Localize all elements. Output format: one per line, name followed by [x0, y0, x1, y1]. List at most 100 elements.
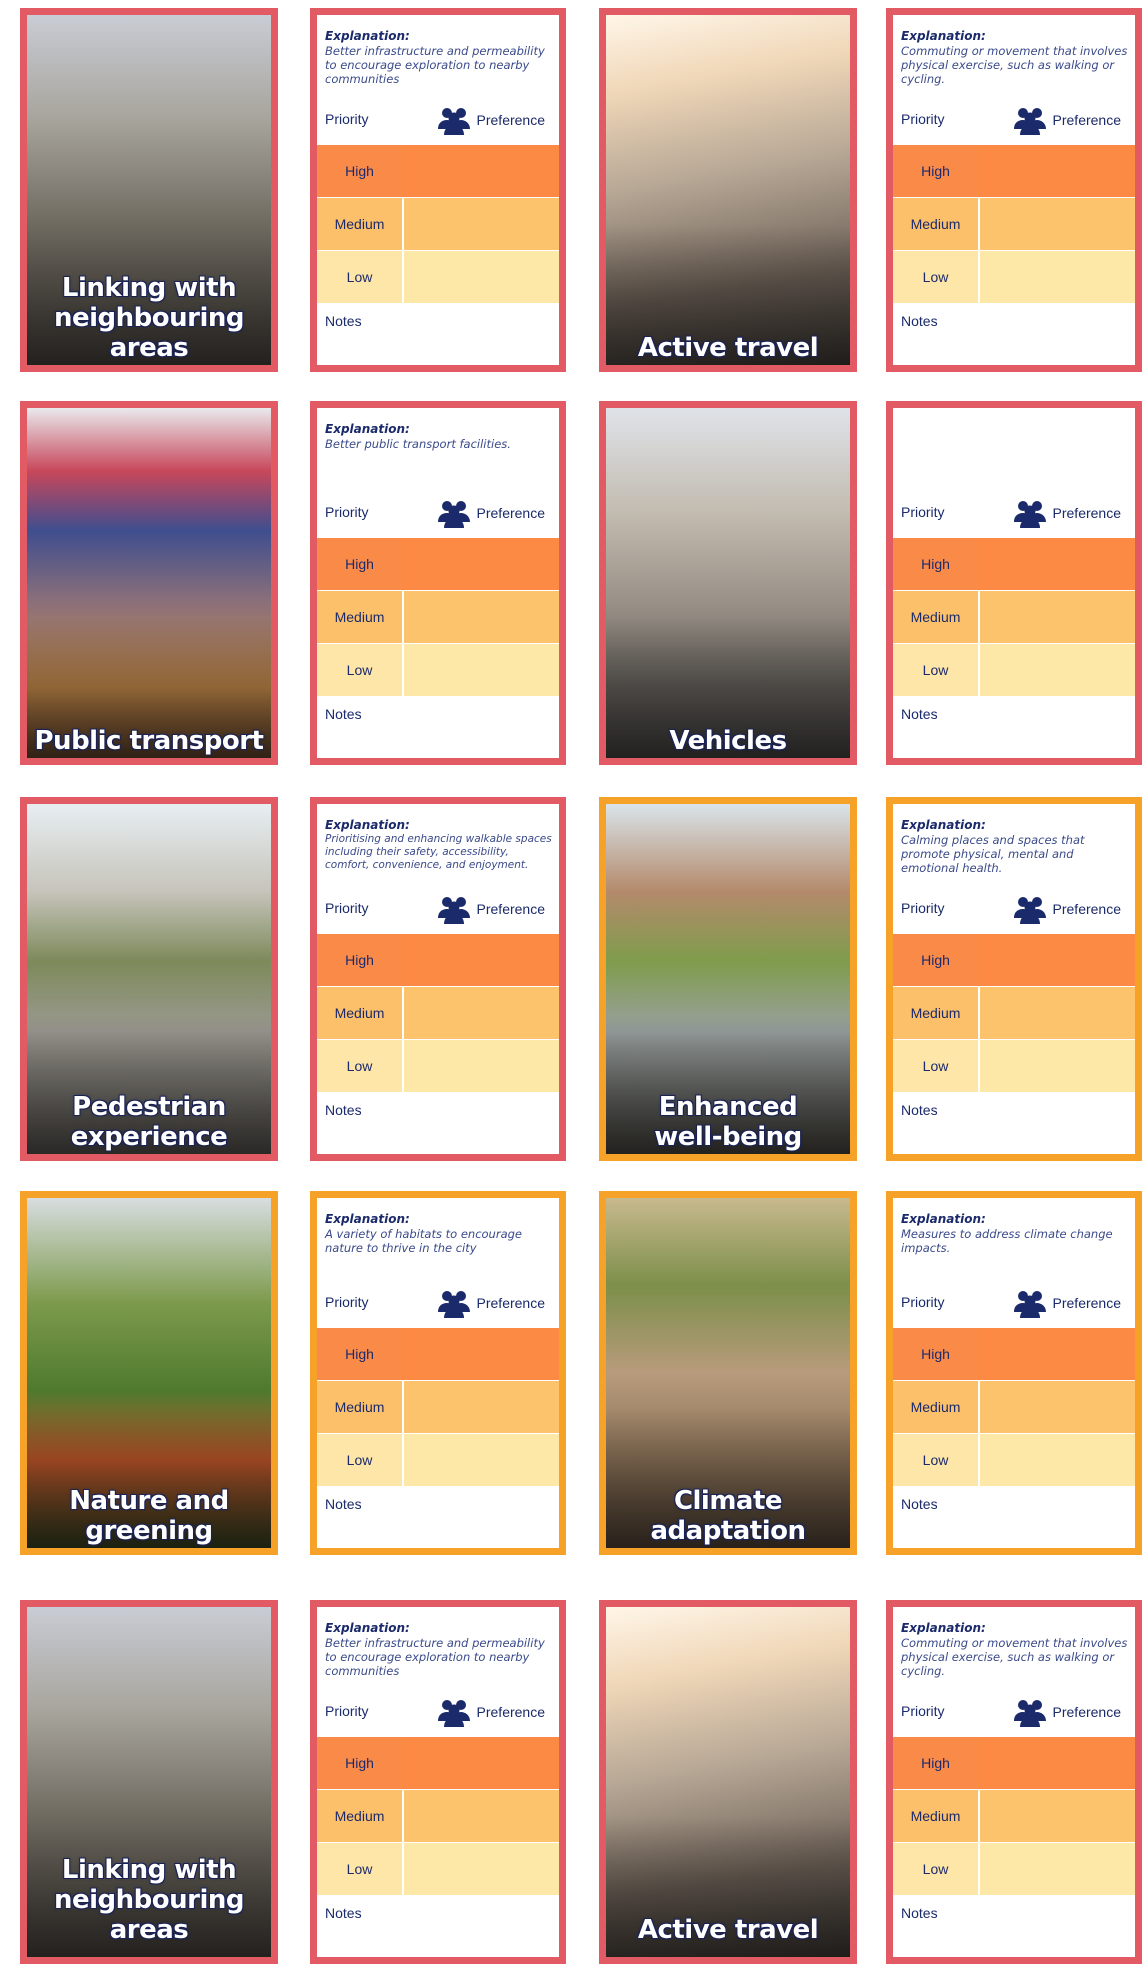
priority-label: Priority — [901, 504, 945, 520]
priority-row-low[interactable]: Low — [317, 1434, 559, 1486]
preference-label: Preference — [1052, 901, 1121, 917]
priority-row-medium[interactable]: Medium — [317, 1381, 559, 1433]
priority-row-medium[interactable]: Medium — [893, 591, 1135, 643]
priority-label: Priority — [325, 504, 369, 520]
photo-card-linking: Linking with neighbouring areas — [20, 8, 278, 372]
explanation-card-nature: Explanation: A variety of habitats to en… — [310, 1191, 566, 1555]
priority-row-low[interactable]: Low — [317, 1040, 559, 1092]
priority-row-low[interactable]: Low — [893, 1434, 1135, 1486]
explanation-card-active-travel-2: Explanation: Commuting or movement that … — [886, 1600, 1142, 1964]
explanation-text: Better public transport facilities. — [325, 437, 511, 451]
priority-high-label: High — [317, 1328, 402, 1380]
priority-row-low[interactable]: Low — [317, 644, 559, 696]
priority-row-high[interactable]: High — [317, 934, 559, 986]
priority-low-label: Low — [317, 251, 402, 303]
priority-medium-label: Medium — [317, 591, 402, 643]
people-icon — [1013, 1700, 1046, 1727]
preference-label: Preference — [1052, 1295, 1121, 1311]
priority-high-label: High — [317, 1737, 402, 1789]
notes-label: Notes — [325, 1496, 362, 1512]
explanation-card-well-being: Explanation: Calming places and spaces t… — [886, 797, 1142, 1161]
priority-row-high[interactable]: High — [893, 1328, 1135, 1380]
explanation-label: Explanation: — [901, 29, 986, 43]
priority-row-medium[interactable]: Medium — [317, 591, 559, 643]
priority-row-medium[interactable]: Medium — [317, 987, 559, 1039]
priority-low-label: Low — [893, 251, 978, 303]
priority-row-medium[interactable]: Medium — [893, 1381, 1135, 1433]
photo-card-well-being: Enhanced well-being — [599, 797, 857, 1161]
photo-card-climate: Climate adaptation — [599, 1191, 857, 1555]
notes-label: Notes — [325, 706, 362, 722]
explanation-label: Explanation: — [901, 1212, 986, 1226]
priority-high-label: High — [317, 934, 402, 986]
priority-high-label: High — [317, 145, 402, 197]
people-icon — [1013, 501, 1046, 528]
priority-row-low[interactable]: Low — [317, 1843, 559, 1895]
priority-high-label: High — [317, 538, 402, 590]
priority-row-medium[interactable]: Medium — [893, 198, 1135, 250]
priority-row-high[interactable]: High — [317, 1737, 559, 1789]
priority-row-high[interactable]: High — [893, 934, 1135, 986]
priority-row-high[interactable]: High — [893, 145, 1135, 197]
explanation-label: Explanation: — [325, 422, 410, 436]
preference-label: Preference — [476, 901, 545, 917]
priority-row-high[interactable]: High — [893, 1737, 1135, 1789]
priority-medium-label: Medium — [893, 987, 978, 1039]
priority-row-medium[interactable]: Medium — [893, 987, 1135, 1039]
priority-low-label: Low — [317, 1434, 402, 1486]
notes-label: Notes — [325, 1102, 362, 1118]
priority-low-label: Low — [893, 644, 978, 696]
priority-row-high[interactable]: High — [317, 538, 559, 590]
priority-medium-label: Medium — [317, 987, 402, 1039]
preference-header: Preference — [1013, 1288, 1121, 1318]
priority-medium-label: Medium — [893, 591, 978, 643]
preference-label: Preference — [1052, 505, 1121, 521]
priority-row-medium[interactable]: Medium — [893, 1790, 1135, 1842]
preference-label: Preference — [476, 1295, 545, 1311]
preference-header: Preference — [437, 105, 545, 135]
notes-label: Notes — [901, 1496, 938, 1512]
people-icon — [1013, 897, 1046, 924]
preference-label: Preference — [476, 112, 545, 128]
explanation-text: Better infrastructure and permeability t… — [325, 1636, 545, 1678]
photo-card-vehicles: Vehicles — [599, 401, 857, 765]
priority-row-medium[interactable]: Medium — [317, 198, 559, 250]
preference-header: Preference — [1013, 105, 1121, 135]
priority-row-high[interactable]: High — [317, 145, 559, 197]
preference-header: Preference — [437, 894, 545, 924]
explanation-card-public-transport: Explanation: Better public transport fac… — [310, 401, 566, 765]
explanation-text: Calming places and spaces that promote p… — [901, 833, 1085, 875]
priority-row-medium[interactable]: Medium — [317, 1790, 559, 1842]
photo-card-linking-2: Linking with neighbouring areas — [20, 1600, 278, 1964]
priority-low-label: Low — [893, 1040, 978, 1092]
explanation-card-vehicles: Priority Preference High Medium Low Note… — [886, 401, 1142, 765]
priority-low-label: Low — [317, 644, 402, 696]
priority-row-low[interactable]: Low — [893, 1040, 1135, 1092]
priority-medium-label: Medium — [893, 198, 978, 250]
people-icon — [437, 108, 470, 135]
explanation-text: Commuting or movement that involves phys… — [901, 44, 1128, 86]
priority-label: Priority — [325, 111, 369, 127]
people-icon — [1013, 1291, 1046, 1318]
priority-label: Priority — [325, 1703, 369, 1719]
priority-low-label: Low — [317, 1843, 402, 1895]
explanation-label: Explanation: — [901, 1621, 986, 1635]
priority-row-high[interactable]: High — [317, 1328, 559, 1380]
priority-medium-label: Medium — [317, 1790, 402, 1842]
priority-row-low[interactable]: Low — [893, 1843, 1135, 1895]
priority-label: Priority — [901, 900, 945, 916]
preference-header: Preference — [437, 1697, 545, 1727]
priority-row-low[interactable]: Low — [893, 251, 1135, 303]
explanation-label: Explanation: — [325, 818, 410, 832]
notes-label: Notes — [901, 313, 938, 329]
notes-label: Notes — [325, 1905, 362, 1921]
priority-row-low[interactable]: Low — [893, 644, 1135, 696]
priority-medium-label: Medium — [317, 198, 402, 250]
preference-header: Preference — [1013, 498, 1121, 528]
priority-row-high[interactable]: High — [893, 538, 1135, 590]
explanation-label: Explanation: — [901, 818, 986, 832]
explanation-text: Prioritising and enhancing walkable spac… — [325, 833, 552, 871]
priority-row-low[interactable]: Low — [317, 251, 559, 303]
photo-card-active-travel-2: Active travel — [599, 1600, 857, 1964]
notes-label: Notes — [901, 1102, 938, 1118]
